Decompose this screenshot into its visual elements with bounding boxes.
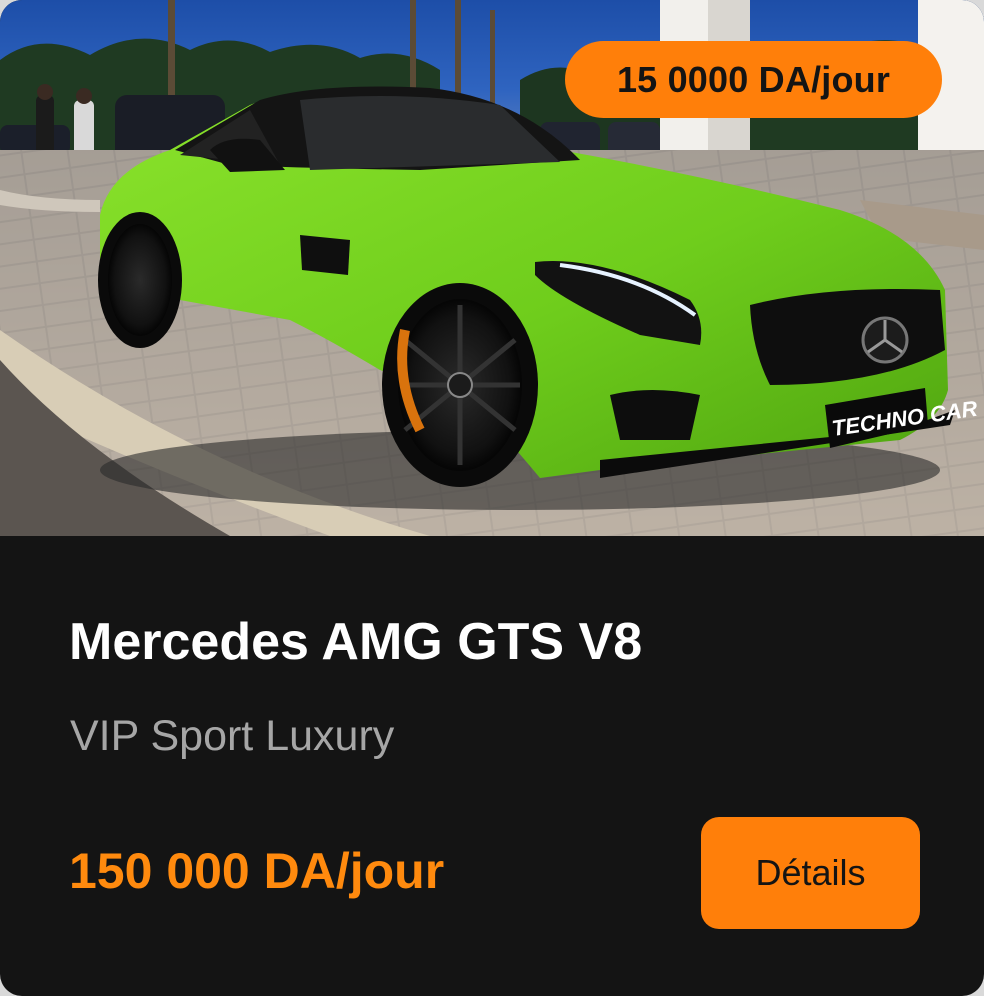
car-title: Mercedes AMG GTS V8 <box>69 613 643 671</box>
daily-price: 150 000 DA/jour <box>69 843 445 899</box>
car-photo[interactable]: TECHNO CAR 15 0000 DA/jour <box>0 0 984 536</box>
price-badge: 15 0000 DA/jour <box>565 41 942 118</box>
car-category: VIP Sport Luxury <box>70 712 395 760</box>
details-button[interactable]: Détails <box>701 817 920 929</box>
car-card: TECHNO CAR 15 0000 DA/jour Mercedes AMG … <box>0 0 984 996</box>
